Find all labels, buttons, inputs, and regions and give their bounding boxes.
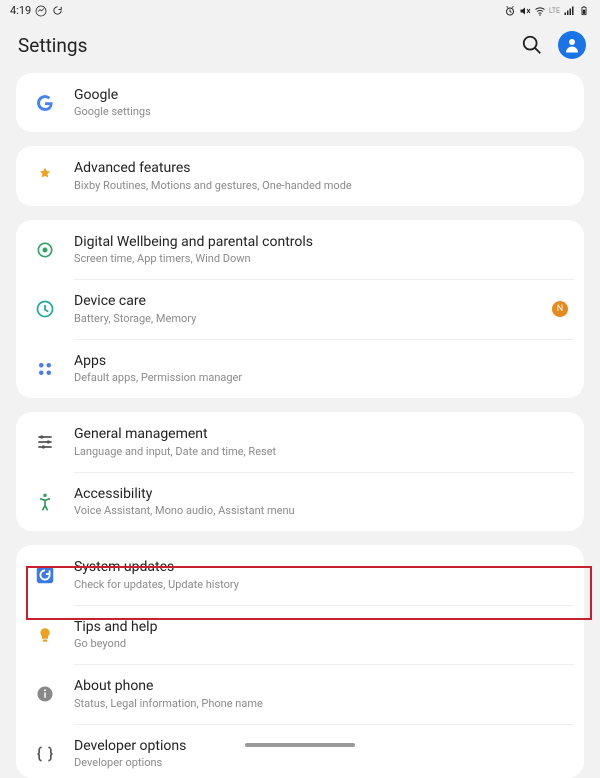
status-bar: 4:19 LTE [0,0,600,19]
row-title: System updates [74,558,568,576]
accessibility-icon [28,492,62,512]
settings-row-google[interactable]: Google Google settings [16,73,584,132]
system-updates-icon [28,564,62,586]
sync-icon [51,5,63,17]
row-title: General management [74,425,568,443]
row-title: Accessibility [74,485,568,503]
settings-row-general-management[interactable]: General management Language and input, D… [16,412,584,471]
about-phone-icon [28,685,62,703]
alarm-icon [504,5,516,17]
settings-row-device-care[interactable]: Device care Battery, Storage, Memory N [16,279,584,338]
row-subtitle: Google settings [74,105,568,119]
row-title: Google [74,86,568,104]
signal-icon [563,5,575,17]
settings-row-developer-options[interactable]: Developer options Developer options [16,724,584,778]
row-title: Tips and help [74,618,568,636]
wifi-icon [534,5,546,17]
account-button[interactable] [558,31,586,59]
search-icon [521,34,543,56]
settings-row-advanced-features[interactable]: Advanced features Bixby Routines, Motion… [16,146,584,205]
apps-icon [28,360,62,378]
row-subtitle: Language and input, Date and time, Reset [74,445,568,459]
row-subtitle: Voice Assistant, Mono audio, Assistant m… [74,504,568,518]
row-title: Digital Wellbeing and parental controls [74,233,568,251]
row-title: Advanced features [74,159,568,177]
row-subtitle: Developer options [74,756,568,770]
home-indicator[interactable] [245,743,355,747]
row-subtitle: Battery, Storage, Memory [74,312,544,326]
notification-badge: N [552,301,568,317]
row-title: Apps [74,352,568,370]
settings-card: General management Language and input, D… [16,412,584,531]
row-subtitle: Bixby Routines, Motions and gestures, On… [74,179,568,193]
row-title: About phone [74,677,568,695]
row-subtitle: Default apps, Permission manager [74,371,568,385]
google-icon [28,93,62,113]
digital-wellbeing-icon [28,240,62,260]
mute-icon [519,5,531,17]
messenger-icon [35,5,47,17]
settings-header: Settings [0,19,600,73]
search-button[interactable] [520,33,544,57]
advanced-features-icon [28,166,62,186]
row-subtitle: Go beyond [74,637,568,651]
row-subtitle: Status, Legal information, Phone name [74,697,568,711]
row-subtitle: Screen time, App timers, Wind Down [74,252,568,266]
developer-options-icon [28,744,62,764]
settings-card: Advanced features Bixby Routines, Motion… [16,146,584,205]
settings-card: Digital Wellbeing and parental controls … [16,220,584,398]
settings-row-digital-wellbeing[interactable]: Digital Wellbeing and parental controls … [16,220,584,279]
settings-card: Google Google settings [16,73,584,132]
settings-row-tips-help[interactable]: Tips and help Go beyond [16,605,584,664]
status-time: 4:19 [10,4,31,17]
general-management-icon [28,432,62,452]
settings-row-accessibility[interactable]: Accessibility Voice Assistant, Mono audi… [16,472,584,531]
row-subtitle: Check for updates, Update history [74,578,568,592]
settings-row-apps[interactable]: Apps Default apps, Permission manager [16,339,584,398]
battery-icon [578,5,590,17]
settings-row-system-updates[interactable]: System updates Check for updates, Update… [16,545,584,604]
network-label: LTE [549,7,560,15]
account-icon [563,36,581,54]
tips-icon [28,626,62,644]
page-title: Settings [18,34,87,57]
settings-row-about-phone[interactable]: About phone Status, Legal information, P… [16,664,584,723]
row-title: Device care [74,292,544,310]
device-care-icon [28,299,62,319]
